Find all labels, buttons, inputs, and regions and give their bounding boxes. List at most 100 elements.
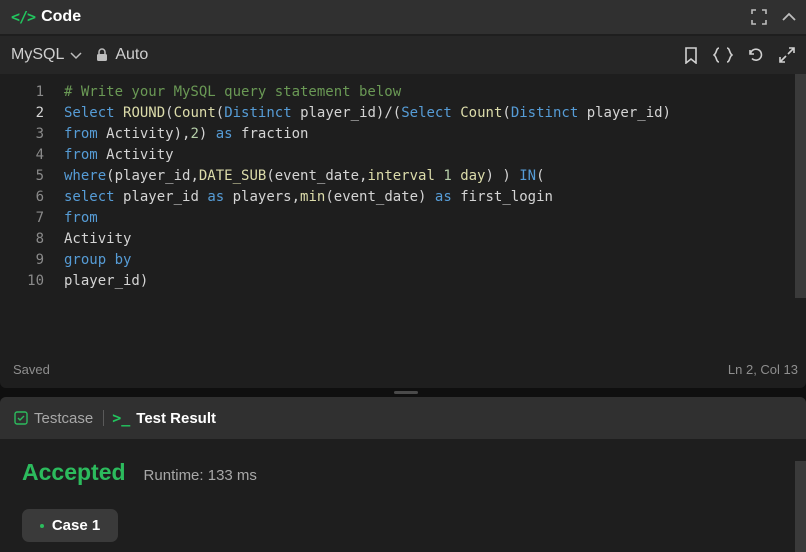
code-line[interactable]: from Activity),2) as fraction — [64, 124, 671, 145]
line-number-gutter: 1 2 3 4 5 6 7 8 9 10 — [0, 82, 48, 292]
code-line[interactable]: Select ROUND(Count(Distinct player_id)/(… — [64, 103, 671, 124]
code-token: (player_id, — [106, 168, 199, 184]
code-token: ( — [215, 105, 225, 121]
tab-testcase-label: Testcase — [34, 409, 94, 427]
case-1-button[interactable]: Case 1 — [22, 509, 118, 542]
language-select[interactable]: MySQL — [11, 46, 82, 64]
lock-icon — [96, 48, 108, 62]
code-token: Distinct — [224, 105, 292, 121]
code-editor[interactable]: 1 2 3 4 5 6 7 8 9 10 # Write your MySQL query sta… — [0, 74, 806, 350]
line-number: 10 — [27, 273, 44, 289]
braces-icon[interactable] — [710, 42, 736, 68]
code-line[interactable]: group by — [64, 250, 671, 271]
fullscreen-icon[interactable] — [746, 4, 772, 30]
code-token: ROUND — [123, 105, 166, 121]
line-number: 2 — [35, 105, 44, 121]
editor-statusbar: Saved Ln 2, Col 13 — [0, 352, 806, 386]
code-token: select — [64, 189, 124, 205]
verdict-status: Accepted — [22, 459, 126, 485]
code-token: from — [64, 126, 107, 142]
code-token: ( — [536, 168, 545, 184]
code-line[interactable]: Activity — [64, 229, 671, 250]
terminal-icon: >_ — [112, 409, 131, 427]
chevron-down-icon — [70, 49, 82, 61]
case-label: Case 1 — [51, 517, 101, 534]
code-token: IN — [519, 168, 537, 184]
line-number: 8 — [35, 231, 44, 247]
line-number: 6 — [35, 189, 44, 205]
code-token: ( — [502, 105, 511, 121]
tab-test-result[interactable]: >_ Test Result — [112, 397, 216, 439]
code-token: 2 — [190, 126, 199, 142]
result-panel: Testcase >_ Test Result Accepted Runtime… — [0, 397, 806, 552]
code-token: DATE_SUB — [198, 168, 267, 184]
line-number: 4 — [35, 147, 44, 163]
auto-mode-toggle[interactable]: Auto — [96, 46, 148, 64]
code-token: group by — [64, 252, 132, 268]
editor-toolbar: MySQL Auto — [0, 36, 806, 74]
code-token: ) ) — [485, 168, 520, 184]
tab-testcase[interactable]: Testcase — [14, 397, 93, 439]
code-token: fraction — [241, 126, 309, 142]
code-token: # Write your MySQL query statement below — [64, 84, 402, 100]
code-token: ( — [165, 105, 174, 121]
code-token: player_id) — [64, 273, 149, 289]
chevron-up-icon[interactable] — [776, 4, 802, 30]
code-token: ) — [198, 126, 216, 142]
code-panel: </> Code MySQL Auto 1 2 3 4 5 6 7 8 9 10… — [0, 0, 806, 388]
code-token: day — [460, 168, 486, 184]
code-line[interactable]: from Activity — [64, 145, 671, 166]
result-scrollbar[interactable] — [795, 461, 806, 552]
code-token: as — [207, 189, 233, 205]
language-label: MySQL — [11, 46, 65, 63]
code-token: 1 — [443, 168, 461, 184]
tab-separator — [103, 410, 105, 426]
reset-icon[interactable] — [742, 42, 768, 68]
code-line[interactable]: player_id) — [64, 271, 671, 292]
runtime-label: Runtime: 133 ms — [143, 467, 257, 484]
verdict-row: Accepted Runtime: 133 ms — [22, 459, 257, 486]
code-line[interactable]: select player_id as players,min(event_da… — [64, 187, 671, 208]
expand-icon[interactable] — [774, 42, 800, 68]
code-token: player_id — [123, 189, 208, 205]
code-line[interactable]: from — [64, 208, 671, 229]
line-number: 3 — [35, 126, 44, 142]
tab-test-result-label: Test Result — [136, 409, 217, 427]
code-token: min — [300, 189, 326, 205]
code-panel-title: </> Code — [11, 8, 81, 26]
result-body: Accepted Runtime: 133 ms Case 1 — [0, 439, 806, 552]
code-token: Count — [460, 105, 503, 121]
checkbox-icon — [14, 411, 28, 425]
code-token: first_login — [460, 189, 553, 205]
editor-scrollbar[interactable] — [795, 74, 806, 298]
header-actions — [746, 0, 806, 34]
code-token: as — [215, 126, 242, 142]
code-token: as — [434, 189, 461, 205]
code-token: (event_date, — [266, 168, 368, 184]
code-token: Count — [173, 105, 216, 121]
line-number: 9 — [35, 252, 44, 268]
code-token: Select — [64, 105, 124, 121]
code-panel-header: </> Code — [0, 0, 806, 34]
case-status-dot — [39, 523, 44, 528]
code-token: from — [64, 147, 107, 163]
toolbar-actions — [678, 36, 806, 74]
code-token: Distinct — [510, 105, 579, 121]
code-token: Activity — [106, 147, 174, 163]
code-token: Activity — [64, 231, 132, 247]
panel-title-text: Code — [41, 8, 82, 25]
code-token: from — [64, 210, 98, 226]
cursor-position: Ln 2, Col 13 — [727, 361, 798, 377]
result-tabs: Testcase >_ Test Result — [0, 397, 806, 439]
code-token: where — [64, 168, 107, 184]
code-token: Select — [401, 105, 461, 121]
code-line[interactable]: where(player_id,DATE_SUB(event_date,inte… — [64, 166, 671, 187]
code-line[interactable]: # Write your MySQL query statement below — [64, 82, 671, 103]
panel-resize-handle[interactable] — [394, 391, 418, 394]
code-content[interactable]: # Write your MySQL query statement below… — [64, 82, 671, 292]
mode-label: Auto — [115, 46, 149, 63]
code-icon: </> — [11, 8, 36, 26]
bookmark-icon[interactable] — [678, 42, 704, 68]
code-token: interval — [367, 168, 444, 184]
line-number: 5 — [35, 168, 44, 184]
